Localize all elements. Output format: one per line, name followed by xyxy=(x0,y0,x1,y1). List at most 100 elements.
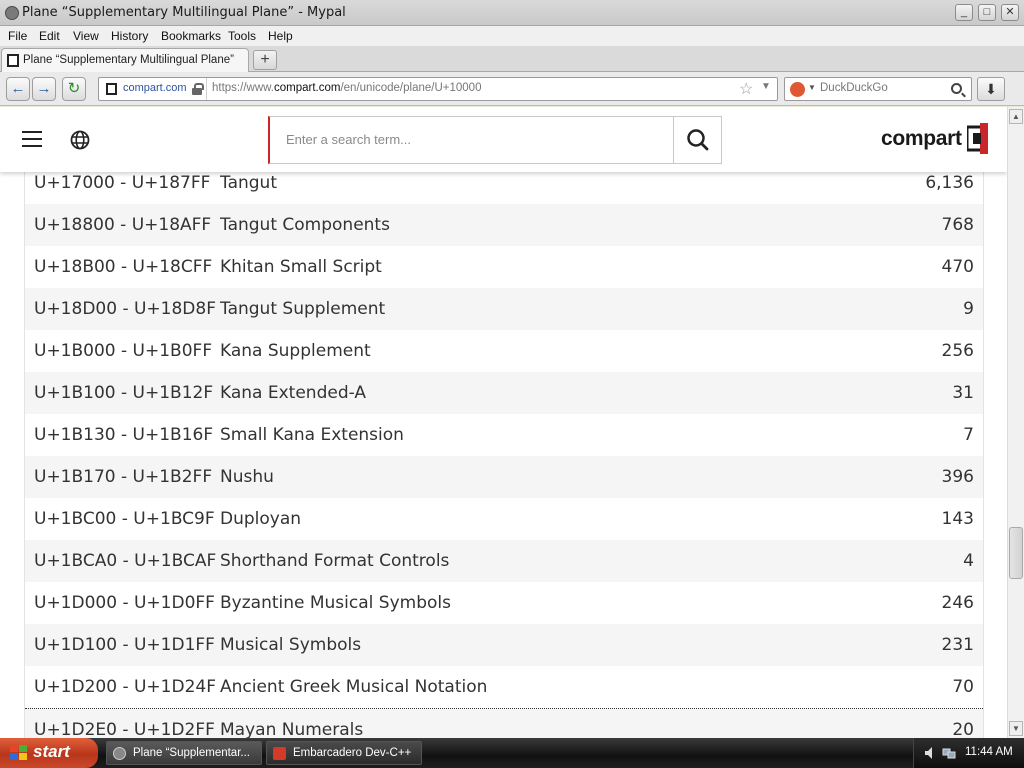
url-bar[interactable]: compart.com https://www.compart.com/en/u… xyxy=(98,77,778,101)
menu-history[interactable]: History xyxy=(111,29,148,43)
compart-favicon-icon xyxy=(7,54,19,67)
search-bar-placeholder: DuckDuckGo xyxy=(820,82,888,94)
block-name[interactable]: Kana Supplement xyxy=(220,341,371,361)
block-range: U+18B00 - U+18CFF xyxy=(34,257,213,277)
compart-logo-mark-icon[interactable] xyxy=(967,123,991,154)
block-count: 6,136 xyxy=(925,173,974,193)
url-dropdown-icon[interactable]: ▼ xyxy=(761,81,771,92)
scrollbar-thumb[interactable] xyxy=(1009,527,1023,579)
globe-icon[interactable] xyxy=(70,130,90,150)
downloads-button[interactable]: ⬇ xyxy=(977,77,1005,101)
scroll-down-arrow-icon[interactable]: ▼ xyxy=(1009,721,1023,736)
search-icon[interactable] xyxy=(951,83,962,94)
block-range: U+1D100 - U+1D1FF xyxy=(34,635,215,655)
table-row[interactable]: U+1D000 - U+1D0FF Byzantine Musical Symbo… xyxy=(25,582,983,624)
block-range: U+1B170 - U+1B2FF xyxy=(34,467,213,487)
block-name[interactable]: Tangut Supplement xyxy=(220,299,385,319)
block-name[interactable]: Mayan Numerals xyxy=(220,720,363,738)
site-search-button[interactable] xyxy=(673,117,721,163)
duckduckgo-icon[interactable] xyxy=(790,82,805,97)
block-range: U+1B000 - U+1B0FF xyxy=(34,341,213,361)
block-count: 31 xyxy=(952,383,974,403)
table-row[interactable]: U+18D00 - U+18D8F Tangut Supplement 9 xyxy=(25,288,983,330)
block-count: 470 xyxy=(941,257,974,277)
block-name[interactable]: Nushu xyxy=(220,467,274,487)
mypal-app-icon xyxy=(113,747,126,760)
unicode-blocks-table: U+17000 - U+187FF Tangut 6,136 U+18800 - U+… xyxy=(24,162,984,738)
vertical-scrollbar[interactable]: ▲ ▼ xyxy=(1007,107,1024,738)
scroll-up-arrow-icon[interactable]: ▲ xyxy=(1009,109,1023,124)
taskbar-item-label: Embarcadero Dev-C++ xyxy=(293,747,412,759)
search-engine-dropdown-icon[interactable]: ▼ xyxy=(808,83,816,92)
devcpp-app-icon xyxy=(273,747,286,760)
block-name[interactable]: Khitan Small Script xyxy=(220,257,382,277)
table-row[interactable]: U+1B130 - U+1B16F Small Kana Extension 7 xyxy=(25,414,983,456)
search-bar[interactable]: ▼ DuckDuckGo xyxy=(784,77,972,101)
start-button[interactable]: start xyxy=(0,738,98,768)
block-count: 396 xyxy=(941,467,974,487)
site-header: Enter a search term... compart xyxy=(0,107,1007,172)
block-name[interactable]: Ancient Greek Musical Notation xyxy=(220,677,487,697)
back-button[interactable]: ← xyxy=(6,77,30,101)
windows-flag-icon xyxy=(10,745,28,761)
block-count: 9 xyxy=(963,299,974,319)
bookmark-star-icon[interactable]: ☆ xyxy=(739,79,753,99)
table-row[interactable]: U+1D200 - U+1D24F Ancient Greek Musical N… xyxy=(25,666,983,708)
window-titlebar: Plane “Supplementary Multilingual Plane”… xyxy=(0,0,1024,26)
table-row[interactable]: U+1B100 - U+1B12F Kana Extended-A 31 xyxy=(25,372,983,414)
tab-bar: Plane “Supplementary Multilingual Plane”… xyxy=(0,46,1024,72)
menu-view[interactable]: View xyxy=(73,29,99,43)
block-count: 20 xyxy=(952,720,974,738)
volume-icon[interactable] xyxy=(924,746,938,760)
hamburger-menu-icon[interactable] xyxy=(22,131,42,147)
tab-active[interactable]: Plane “Supplementary Multilingual Plane” xyxy=(1,48,249,72)
block-name[interactable]: Musical Symbols xyxy=(220,635,361,655)
menu-bar: File Edit View History Bookmarks Tools H… xyxy=(0,26,1024,46)
network-icon[interactable] xyxy=(942,746,956,760)
taskbar-item-devcpp[interactable]: Embarcadero Dev-C++ xyxy=(266,741,422,765)
table-row[interactable]: U+18800 - U+18AFF Tangut Components 768 xyxy=(25,204,983,246)
menu-tools[interactable]: Tools xyxy=(228,29,256,43)
site-search-placeholder: Enter a search term... xyxy=(286,132,411,147)
block-name[interactable]: Duployan xyxy=(220,509,301,529)
block-count: 231 xyxy=(941,635,974,655)
minimize-button[interactable]: _ xyxy=(955,4,973,21)
taskbar-clock: 11:44 AM xyxy=(965,746,1013,758)
table-row[interactable]: U+18B00 - U+18CFF Khitan Small Script 470 xyxy=(25,246,983,288)
menu-file[interactable]: File xyxy=(8,29,27,43)
block-count: 4 xyxy=(963,551,974,571)
block-range: U+1D2E0 - U+1D2FF xyxy=(34,720,215,738)
menu-help[interactable]: Help xyxy=(268,29,293,43)
table-row[interactable]: U+1B000 - U+1B0FF Kana Supplement 256 xyxy=(25,330,983,372)
block-name[interactable]: Tangut Components xyxy=(220,215,390,235)
block-range: U+17000 - U+187FF xyxy=(34,173,211,193)
reload-button[interactable]: ↻ xyxy=(62,77,86,101)
table-row[interactable]: U+1BC00 - U+1BC9F Duployan 143 xyxy=(25,498,983,540)
block-range: U+1BCA0 - U+1BCAF xyxy=(34,551,217,571)
block-range: U+1B100 - U+1B12F xyxy=(34,383,214,403)
block-name[interactable]: Tangut xyxy=(220,173,277,193)
block-name[interactable]: Small Kana Extension xyxy=(220,425,404,445)
tab-label: Plane “Supplementary Multilingual Plane” xyxy=(23,54,234,66)
table-row[interactable]: U+1BCA0 - U+1BCAF Shorthand Format Contro… xyxy=(25,540,983,582)
block-count: 246 xyxy=(941,593,974,613)
block-name[interactable]: Kana Extended-A xyxy=(220,383,366,403)
table-row[interactable]: U+1D100 - U+1D1FF Musical Symbols 231 xyxy=(25,624,983,666)
block-name[interactable]: Shorthand Format Controls xyxy=(220,551,449,571)
block-count: 143 xyxy=(941,509,974,529)
table-row[interactable]: U+1B170 - U+1B2FF Nushu 396 xyxy=(25,456,983,498)
menu-edit[interactable]: Edit xyxy=(39,29,60,43)
block-range: U+18800 - U+18AFF xyxy=(34,215,212,235)
taskbar-item-mypal[interactable]: Plane “Supplementar... xyxy=(106,741,262,765)
maximize-button[interactable]: □ xyxy=(978,4,996,21)
site-identity-button[interactable]: compart.com xyxy=(99,78,207,100)
url-text[interactable]: https://www.compart.com/en/unicode/plane… xyxy=(212,82,481,94)
close-button[interactable]: ✕ xyxy=(1001,4,1019,21)
site-search-input[interactable]: Enter a search term... xyxy=(268,116,722,164)
menu-bookmarks[interactable]: Bookmarks xyxy=(161,29,221,43)
forward-button[interactable]: → xyxy=(32,77,56,101)
new-tab-button[interactable]: + xyxy=(253,50,277,70)
block-name[interactable]: Byzantine Musical Symbols xyxy=(220,593,451,613)
table-row[interactable]: U+1D2E0 - U+1D2FF Mayan Numerals 20 xyxy=(25,708,983,738)
compart-logo-text[interactable]: compart xyxy=(881,127,962,151)
